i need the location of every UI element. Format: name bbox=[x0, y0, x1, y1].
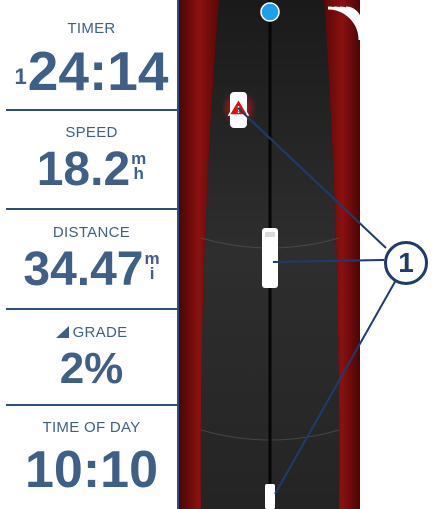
grade-triangle-icon bbox=[55, 326, 69, 338]
time-of-day-label: TIME OF DAY bbox=[42, 419, 141, 436]
distance-unit: mi bbox=[144, 249, 160, 283]
data-fields-panel: TIMER 124:14 SPEED 18.2 m h DISTANCE 34.47… bbox=[6, 0, 177, 509]
speed-value: 18.2 bbox=[36, 143, 131, 196]
timer-label: TIMER bbox=[67, 20, 116, 37]
distance-value: 34.47 bbox=[23, 243, 144, 296]
svg-text:!: ! bbox=[237, 105, 240, 116]
timer-value: 24:14 bbox=[27, 40, 169, 102]
callout-number: 1 bbox=[384, 241, 428, 285]
time-of-day-field: TIME OF DAY 10:10 bbox=[6, 406, 177, 509]
distance-label: DISTANCE bbox=[52, 224, 131, 241]
grade-field: GRADE 2% bbox=[6, 310, 177, 404]
speed-field: SPEED 18.2 m h bbox=[6, 111, 177, 208]
distance-field: DISTANCE 34.47 m i bbox=[6, 210, 177, 308]
speed-label: SPEED bbox=[65, 124, 118, 141]
radar-map: ! bbox=[179, 0, 360, 509]
lap-number: 1 bbox=[14, 64, 27, 89]
vehicle-icon bbox=[265, 484, 275, 509]
speed-unit: mh bbox=[131, 149, 147, 183]
radar-road-view: ! bbox=[179, 0, 360, 509]
location-dot-icon bbox=[260, 2, 280, 22]
time-of-day-value: 10:10 bbox=[25, 441, 158, 499]
grade-value: 2% bbox=[59, 344, 124, 393]
grade-label: GRADE bbox=[72, 324, 128, 341]
timer-field: TIMER 124:14 bbox=[6, 0, 177, 109]
vehicle-icon bbox=[262, 228, 278, 288]
